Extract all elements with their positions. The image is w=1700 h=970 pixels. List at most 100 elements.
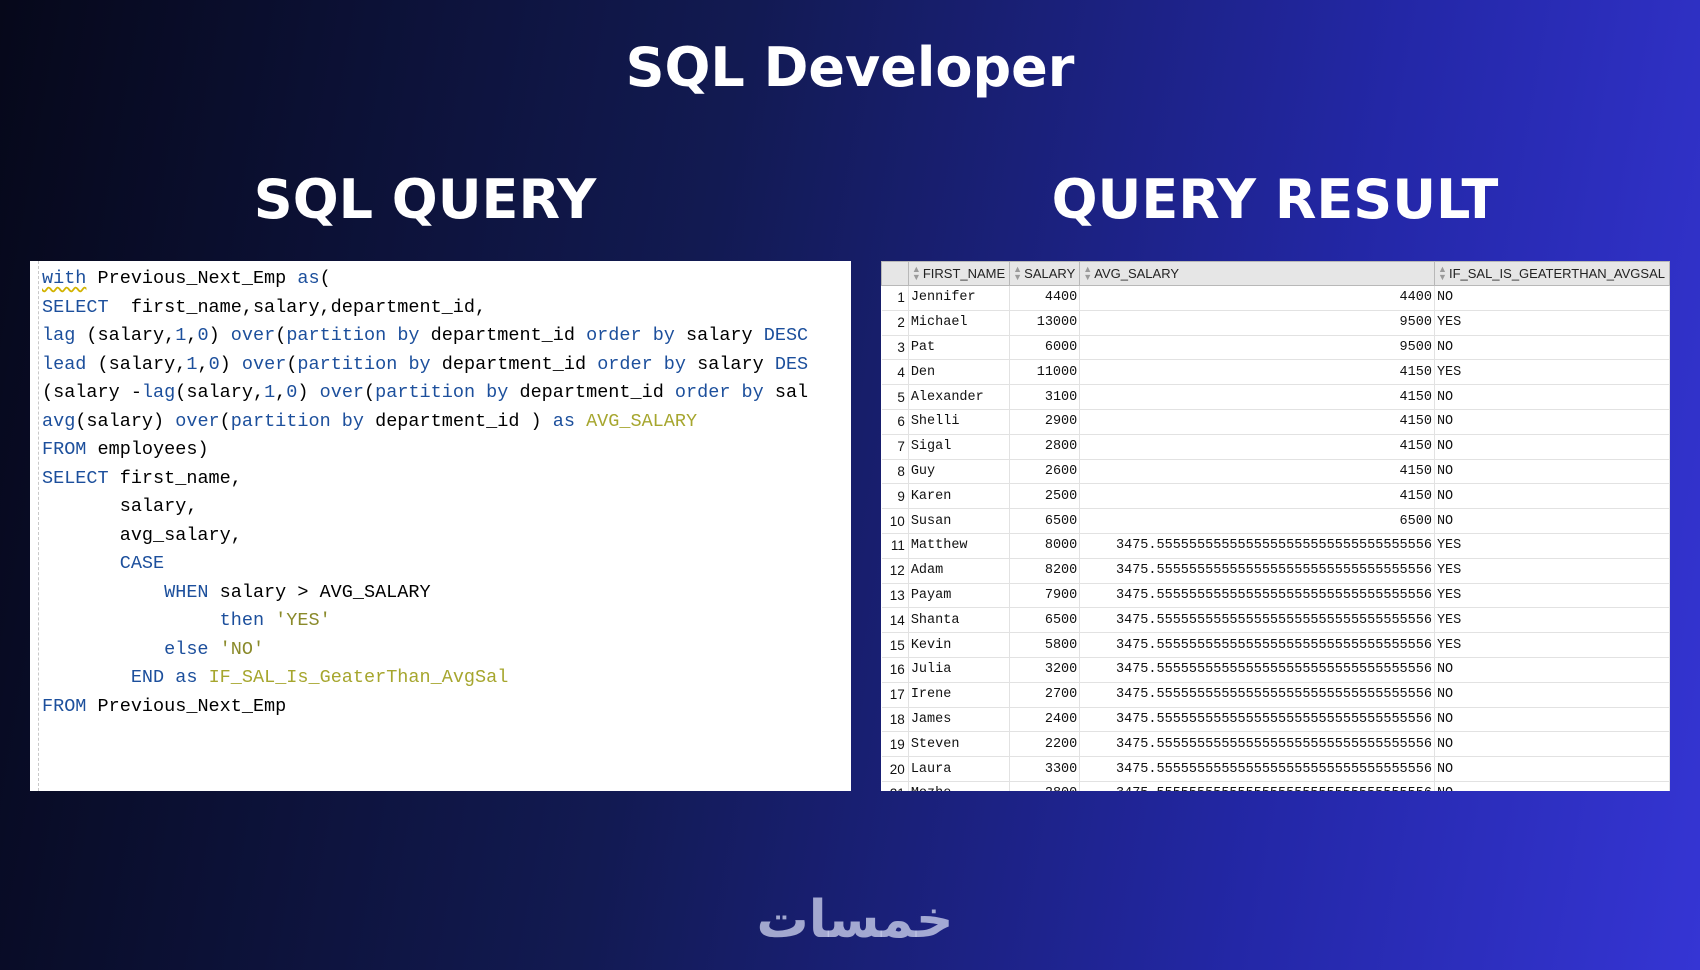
table-row[interactable]: 1 Jennifer 4400 4400 NO (881, 285, 1670, 311)
table-cell[interactable]: 3475.5555555555555555555555555555555556 (1079, 657, 1435, 683)
table-row[interactable]: 20 Laura 3300 3475.555555555555555555555555… (881, 756, 1670, 782)
row-number[interactable]: 2 (881, 310, 909, 336)
code-line[interactable]: avg_salary, (42, 522, 808, 551)
table-row[interactable]: 9 Karen 2500 4150 NO (881, 483, 1670, 510)
sort-icon[interactable]: ▲ ▼ (912, 265, 921, 282)
table-row[interactable]: 14 Shanta 6500 3475.55555555555555555555555… (881, 607, 1670, 634)
sql-code[interactable]: with Previous_Next_Emp as(SELECT first_n… (42, 265, 808, 721)
table-row[interactable]: 8 Guy 2600 4150 NO (881, 459, 1670, 485)
code-line[interactable]: FROM Previous_Next_Emp (42, 693, 808, 722)
table-cell[interactable]: 13000 (1009, 310, 1081, 336)
table-row[interactable]: 11 Matthew 8000 3475.5555555555555555555555… (881, 533, 1670, 559)
table-cell[interactable]: 3100 (1009, 384, 1081, 410)
table-cell[interactable]: YES (1434, 583, 1670, 609)
table-cell[interactable]: 3475.5555555555555555555555555555555556 (1079, 533, 1435, 559)
table-cell[interactable]: 2800 (1009, 781, 1081, 791)
table-cell[interactable]: Matthew (908, 533, 1011, 559)
table-cell[interactable]: 6500 (1009, 607, 1081, 634)
table-row[interactable]: 17 Irene 2700 3475.555555555555555555555555… (881, 682, 1670, 708)
table-row[interactable]: 4 Den 11000 4150 YES (881, 359, 1670, 386)
table-cell[interactable]: 4150 (1079, 483, 1435, 510)
table-cell[interactable]: 3475.5555555555555555555555555555555556 (1079, 558, 1435, 584)
table-cell[interactable]: Julia (908, 657, 1011, 683)
table-cell[interactable]: Jennifer (908, 285, 1011, 311)
column-header-salary[interactable]: ▲ ▼ SALARY (1009, 261, 1081, 286)
table-cell[interactable]: NO (1434, 285, 1670, 311)
table-cell[interactable]: 3475.5555555555555555555555555555555556 (1079, 583, 1435, 609)
sort-icon[interactable]: ▲ ▼ (1083, 265, 1092, 282)
row-number[interactable]: 19 (881, 731, 909, 758)
table-cell[interactable]: Karen (908, 483, 1011, 510)
table-cell[interactable]: NO (1434, 707, 1670, 733)
table-cell[interactable]: 4150 (1079, 459, 1435, 485)
row-number[interactable]: 8 (881, 459, 909, 485)
table-cell[interactable]: NO (1434, 781, 1670, 791)
table-row[interactable]: 19 Steven 2200 3475.55555555555555555555555… (881, 731, 1670, 758)
code-line[interactable]: with Previous_Next_Emp as( (42, 265, 808, 294)
table-cell[interactable]: 8200 (1009, 558, 1081, 584)
table-cell[interactable]: 5800 (1009, 632, 1081, 658)
code-line[interactable]: then 'YES' (42, 607, 808, 636)
table-cell[interactable]: 4400 (1009, 285, 1081, 311)
row-number[interactable]: 3 (881, 335, 909, 361)
code-line[interactable]: SELECT first_name, (42, 465, 808, 494)
table-cell[interactable]: Susan (908, 508, 1011, 534)
table-row[interactable]: 21Mozhe28003475.555555555555555555555555… (881, 781, 1670, 791)
row-number[interactable]: 17 (881, 682, 909, 708)
query-result-grid[interactable]: ▲ ▼ FIRST_NAME ▲ ▼ SALARY ▲ ▼ AVG_SALARY ▲ ▼ IF_SAL… (881, 261, 1670, 791)
table-cell[interactable]: 6000 (1009, 335, 1081, 361)
table-cell[interactable]: YES (1434, 310, 1670, 336)
table-cell[interactable]: NO (1434, 756, 1670, 782)
table-cell[interactable]: Kevin (908, 632, 1011, 658)
table-row[interactable]: 13 Payam 7900 3475.555555555555555555555555… (881, 583, 1670, 609)
code-line[interactable]: FROM employees) (42, 436, 808, 465)
row-number[interactable]: 9 (881, 483, 909, 510)
table-cell[interactable]: 3475.5555555555555555555555555555555556 (1079, 756, 1435, 782)
row-number[interactable]: 10 (881, 508, 909, 534)
table-cell[interactable]: YES (1434, 558, 1670, 584)
table-row[interactable]: 15 Kevin 5800 3475.555555555555555555555555… (881, 632, 1670, 658)
sort-icon[interactable]: ▲ ▼ (1013, 265, 1022, 282)
table-cell[interactable]: 3475.5555555555555555555555555555555556 (1079, 731, 1435, 758)
table-cell[interactable]: 2400 (1009, 707, 1081, 733)
table-cell[interactable]: Shelli (908, 409, 1011, 435)
table-row[interactable]: 2 Michael 13000 9500 YES (881, 310, 1670, 336)
row-number[interactable]: 5 (881, 384, 909, 410)
column-header-first-name[interactable]: ▲ ▼ FIRST_NAME (907, 261, 1011, 286)
row-number[interactable]: 15 (881, 632, 909, 658)
table-cell[interactable]: 4150 (1079, 384, 1435, 410)
table-cell[interactable]: 6500 (1009, 508, 1081, 534)
table-cell[interactable]: 4150 (1079, 359, 1435, 386)
table-cell[interactable]: Steven (908, 731, 1011, 758)
table-cell[interactable]: Irene (908, 682, 1011, 708)
table-cell[interactable]: Michael (908, 310, 1011, 336)
row-number[interactable]: 13 (881, 583, 909, 609)
code-line[interactable]: END as IF_SAL_Is_GeaterThan_AvgSal (42, 664, 808, 693)
table-cell[interactable]: YES (1434, 359, 1670, 386)
row-number[interactable]: 11 (881, 533, 909, 559)
code-line[interactable]: lead (salary,1,0) over(partition by depa… (42, 351, 808, 380)
table-cell[interactable]: Shanta (908, 607, 1011, 634)
row-number[interactable]: 7 (881, 434, 909, 460)
row-number[interactable]: 6 (881, 409, 909, 435)
code-line[interactable]: SELECT first_name,salary,department_id, (42, 294, 808, 323)
table-cell[interactable]: 2500 (1009, 483, 1081, 510)
table-cell[interactable]: 9500 (1079, 310, 1435, 336)
column-header-if-sal-is-greater[interactable]: ▲ ▼ IF_SAL_IS_GEATERTHAN_AVGSAL (1433, 261, 1670, 286)
table-cell[interactable]: Alexander (908, 384, 1011, 410)
table-cell[interactable]: 3475.5555555555555555555555555555555556 (1079, 707, 1435, 733)
table-cell[interactable]: NO (1434, 459, 1670, 485)
table-cell[interactable]: 2200 (1009, 731, 1081, 758)
table-cell[interactable]: 8000 (1009, 533, 1081, 559)
table-cell[interactable]: NO (1434, 384, 1670, 410)
table-row[interactable]: 6 Shelli 2900 4150 NO (881, 409, 1670, 435)
table-cell[interactable]: 3475.5555555555555555555555555555555556 (1079, 607, 1435, 634)
row-number[interactable]: 16 (881, 657, 909, 683)
table-cell[interactable]: James (908, 707, 1011, 733)
table-cell[interactable]: YES (1434, 607, 1670, 634)
table-cell[interactable]: NO (1434, 335, 1670, 361)
code-line[interactable]: (salary -lag(salary,1,0) over(partition … (42, 379, 808, 408)
table-row[interactable]: 18 James 2400 3475.555555555555555555555555… (881, 707, 1670, 733)
table-cell[interactable]: YES (1434, 533, 1670, 559)
table-cell[interactable]: NO (1434, 731, 1670, 758)
